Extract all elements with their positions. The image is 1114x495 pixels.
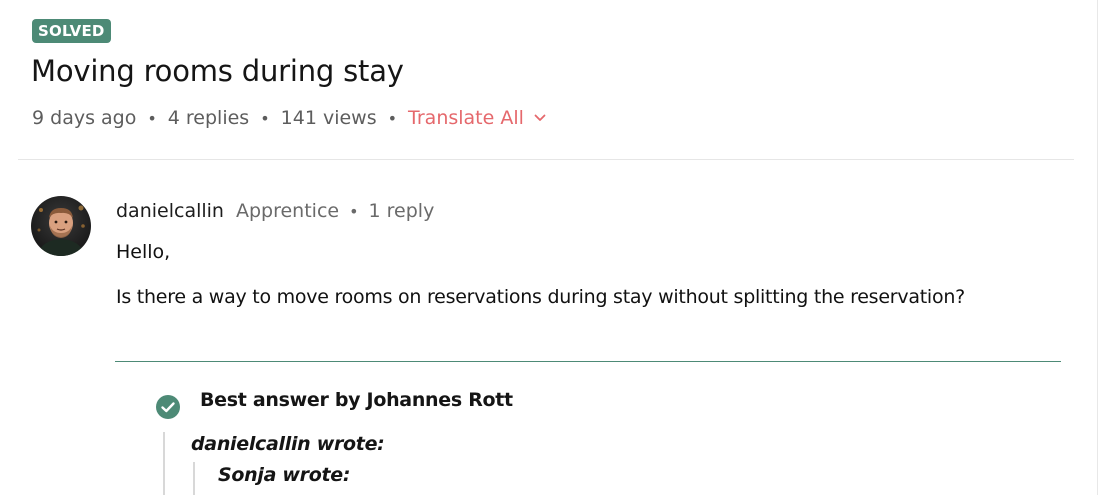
header-divider bbox=[18, 159, 1074, 160]
translate-all-label: Translate All bbox=[408, 107, 524, 129]
thread-views: 141 views bbox=[280, 107, 377, 129]
quote-border bbox=[163, 432, 165, 495]
meta-separator: • bbox=[260, 108, 270, 128]
best-answer-divider bbox=[115, 361, 1061, 362]
translate-all-button[interactable]: Translate All bbox=[408, 107, 546, 129]
avatar[interactable] bbox=[31, 196, 91, 256]
page-title: Moving rooms during stay bbox=[31, 54, 404, 88]
quote-author: danielcallin wrote: bbox=[191, 433, 385, 455]
check-circle-icon bbox=[155, 394, 181, 420]
post-author-link[interactable]: danielcallin bbox=[116, 200, 224, 222]
meta-separator: • bbox=[387, 108, 398, 128]
thread-page: SOLVED Moving rooms during stay 9 days a… bbox=[0, 0, 1114, 495]
post-meta: danielcallin Apprentice • 1 reply bbox=[116, 197, 434, 225]
author-rank: Apprentice bbox=[235, 200, 340, 222]
post-body-question: Is there a way to move rooms on reservat… bbox=[116, 286, 965, 308]
status-badge: SOLVED bbox=[32, 19, 111, 43]
thread-age: 9 days ago bbox=[32, 107, 137, 129]
chevron-down-icon bbox=[534, 114, 546, 122]
nested-quote-border bbox=[193, 462, 195, 495]
nested-quote-author: Sonja wrote: bbox=[218, 464, 351, 486]
thread-meta: 9 days ago • 4 replies • 141 views • Tra… bbox=[32, 104, 546, 132]
best-answer-heading[interactable]: Best answer by Johannes Rott bbox=[200, 389, 513, 411]
meta-separator: • bbox=[147, 108, 157, 128]
page-edge-divider bbox=[1097, 0, 1098, 495]
post-body-greeting: Hello, bbox=[116, 241, 171, 263]
author-reply-count: 1 reply bbox=[368, 200, 435, 222]
meta-separator: • bbox=[349, 201, 359, 221]
thread-replies: 4 replies bbox=[167, 107, 250, 129]
